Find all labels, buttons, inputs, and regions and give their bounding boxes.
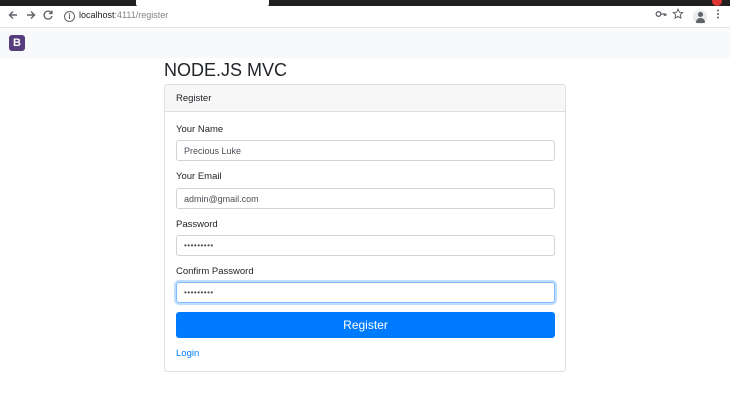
back-arrow-icon[interactable] xyxy=(4,8,22,26)
star-icon[interactable] xyxy=(669,8,687,26)
profile-avatar-icon[interactable] xyxy=(693,10,707,24)
browser-toolbar: i localhost:4111/register xyxy=(0,6,730,28)
card-header-title: Register xyxy=(176,93,212,104)
email-label: Your Email xyxy=(176,171,222,182)
url-path: :4111/register xyxy=(114,10,169,20)
register-button[interactable]: Register xyxy=(176,312,555,338)
register-card: Register Your Name Your Email Password C… xyxy=(164,84,566,372)
key-icon[interactable] xyxy=(652,8,670,26)
address-bar[interactable]: i localhost:4111/register xyxy=(58,7,648,27)
confirm-password-input[interactable] xyxy=(176,282,555,303)
name-label: Your Name xyxy=(176,124,224,135)
site-info-icon[interactable]: i xyxy=(64,11,75,22)
site-navbar: B xyxy=(0,29,730,58)
password-input[interactable] xyxy=(176,235,555,256)
url-host: localhost xyxy=(79,10,115,20)
more-menu-icon[interactable] xyxy=(709,8,727,26)
card-header: Register xyxy=(165,85,565,112)
login-link[interactable]: Login xyxy=(176,348,199,359)
confirm-password-label: Confirm Password xyxy=(176,266,254,277)
name-input[interactable] xyxy=(176,140,555,161)
forward-arrow-icon[interactable] xyxy=(22,8,40,26)
url-text: localhost:4111/register xyxy=(79,10,168,20)
reload-icon[interactable] xyxy=(39,8,57,26)
password-label: Password xyxy=(176,219,218,230)
page-title: NODE.JS MVC xyxy=(164,60,288,80)
bootstrap-logo-icon[interactable]: B xyxy=(9,35,25,51)
email-input[interactable] xyxy=(176,188,555,209)
